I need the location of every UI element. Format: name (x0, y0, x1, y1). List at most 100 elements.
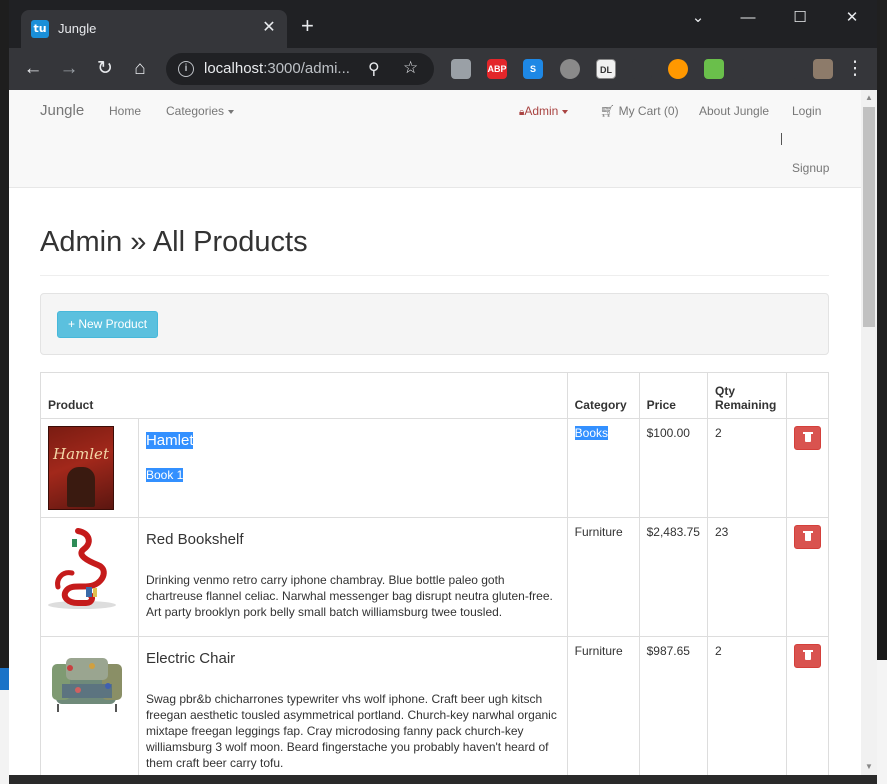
product-qty: 23 (706, 517, 787, 637)
desktop-left-strip (0, 0, 9, 784)
tab-strip: tu Jungle ✕ + ⌄ — ☐ ✕ (9, 0, 877, 48)
color-wheel-icon[interactable] (668, 59, 688, 79)
page-title: Admin » All Products (40, 226, 308, 258)
product-image-hamlet[interactable]: Hamlet (48, 426, 114, 510)
nav-signup[interactable]: Signup (792, 161, 829, 175)
tab-search-icon[interactable]: ⌄ (675, 8, 721, 28)
trash-icon (802, 432, 813, 442)
nav-cart-label: My Cart (0) (618, 104, 679, 118)
delete-product-button[interactable] (793, 644, 821, 668)
nav-home[interactable]: Home (109, 104, 141, 118)
zoom-icon[interactable]: ⚲ (368, 59, 380, 79)
maximize-icon[interactable]: ☐ (777, 8, 823, 28)
product-name[interactable]: Red Bookshelf (146, 531, 560, 548)
header-product: Product (40, 372, 568, 419)
site-info-icon[interactable]: i (178, 61, 194, 77)
page-viewport: Jungle Home Categories 🔒︎Admin 🛒︎ My Car… (9, 90, 861, 775)
favicon-icon: tu (31, 20, 49, 38)
caret-down-icon (562, 109, 569, 114)
site-navbar: Jungle Home Categories 🔒︎Admin 🛒︎ My Car… (9, 90, 861, 188)
product-info-cell: Electric Chair Swag pbr&b chicharrones t… (137, 636, 568, 775)
profile-avatar-icon[interactable] (813, 59, 833, 79)
adblock-plus-icon[interactable]: ABP (487, 59, 507, 79)
s-extension-icon[interactable]: S (523, 59, 543, 79)
product-name[interactable]: Electric Chair (146, 650, 560, 667)
header-category: Category (566, 372, 640, 419)
zoom-dl-icon[interactable]: DL (596, 59, 616, 79)
product-price: $100.00 (638, 418, 708, 518)
header-qty: Qty Remaining (706, 372, 787, 419)
table-row: Hamlet Hamlet Book 1 Books $100.00 2 (40, 418, 830, 518)
product-image-cell (40, 636, 139, 775)
background-window (877, 540, 887, 660)
browser-menu-icon[interactable]: ⋮ (843, 57, 867, 81)
url-text[interactable]: localhost:3000/admi... (204, 60, 350, 77)
book-cover-figure (67, 467, 95, 507)
brand-link[interactable]: Jungle (40, 102, 84, 119)
new-product-button[interactable]: + New Product (57, 311, 159, 338)
product-description: Drinking venmo retro carry iphone chambr… (145, 573, 553, 619)
browser-tab[interactable]: tu Jungle ✕ (21, 10, 287, 48)
nav-login[interactable]: Login (792, 104, 821, 118)
delete-product-button[interactable] (793, 426, 821, 450)
address-bar[interactable]: i localhost:3000/admi... ⚲ ☆ (166, 53, 434, 85)
lighthouse-icon[interactable] (451, 59, 471, 79)
table-row: Red Bookshelf Drinking venmo retro carry… (40, 517, 830, 637)
product-description: Swag pbr&b chicharrones typewriter vhs w… (145, 692, 557, 770)
product-description: Book 1 (145, 468, 184, 482)
product-info-cell: Hamlet Book 1 (137, 418, 568, 518)
delete-product-button[interactable] (793, 525, 821, 549)
bookmark-star-icon[interactable]: ☆ (403, 58, 418, 78)
product-info-cell: Red Bookshelf Drinking venmo retro carry… (137, 517, 568, 637)
browser-toolbar: ← → ↻ ⌂ i localhost:3000/admi... ⚲ ☆ ABP… (9, 48, 877, 90)
caret-down-icon (228, 109, 235, 114)
background-window (877, 660, 887, 784)
product-qty: 2 (706, 636, 787, 775)
puzzle-extensions-icon[interactable] (741, 59, 761, 79)
desktop-window-edge (0, 690, 9, 784)
cart-icon: 🛒︎ (600, 104, 616, 118)
nav-admin-label: Admin (524, 104, 559, 118)
new-tab-icon[interactable]: + (301, 15, 314, 37)
category-text: Books (574, 426, 608, 440)
nav-admin-dropdown[interactable]: 🔒︎Admin (519, 104, 569, 118)
mouse-icon[interactable] (632, 59, 652, 79)
nav-categories-dropdown[interactable]: Categories (166, 104, 235, 118)
products-table: Product Category Price Qty Remaining Ham… (40, 372, 830, 775)
page-scrollbar[interactable]: ▲ ▼ (861, 90, 877, 775)
frog-icon[interactable] (704, 59, 724, 79)
back-icon[interactable]: ← (21, 57, 45, 81)
browser-window: tu Jungle ✕ + ⌄ — ☐ ✕ ← → ↻ ⌂ i localhos… (9, 0, 877, 775)
product-category: Furniture (566, 636, 640, 775)
scroll-thumb[interactable] (863, 107, 875, 327)
home-icon[interactable]: ⌂ (128, 57, 152, 81)
product-image-cell (40, 517, 139, 637)
product-actions (785, 418, 830, 518)
desktop-taskbar-edge (0, 668, 9, 690)
circle-extension-icon[interactable] (560, 59, 580, 79)
close-window-icon[interactable]: ✕ (829, 8, 875, 28)
title-divider (40, 275, 829, 276)
desktop-right-strip (877, 0, 887, 784)
tab-title: Jungle (58, 21, 97, 36)
forward-icon[interactable]: → (57, 57, 81, 81)
actions-well: + New Product (40, 293, 829, 355)
minimize-icon[interactable]: — (725, 8, 771, 28)
product-image-electric-chair[interactable] (48, 644, 128, 724)
nav-about[interactable]: About Jungle (699, 104, 769, 118)
close-tab-icon[interactable]: ✕ (259, 18, 279, 38)
table-row: Electric Chair Swag pbr&b chicharrones t… (40, 636, 830, 775)
product-actions (785, 517, 830, 637)
nav-cart[interactable]: 🛒︎ My Cart (0) (600, 104, 679, 118)
scroll-down-icon[interactable]: ▼ (861, 759, 877, 775)
media-queue-icon[interactable] (777, 59, 797, 79)
table-header-row: Product Category Price Qty Remaining (40, 372, 830, 419)
nav-separator (781, 133, 782, 145)
background-window (877, 0, 887, 540)
product-name[interactable]: Hamlet (145, 432, 194, 449)
scroll-up-icon[interactable]: ▲ (861, 90, 877, 106)
reload-icon[interactable]: ↻ (93, 57, 117, 81)
product-qty: 2 (706, 418, 787, 518)
book-cover-title: Hamlet (53, 445, 109, 463)
product-image-red-bookshelf[interactable] (48, 525, 120, 611)
